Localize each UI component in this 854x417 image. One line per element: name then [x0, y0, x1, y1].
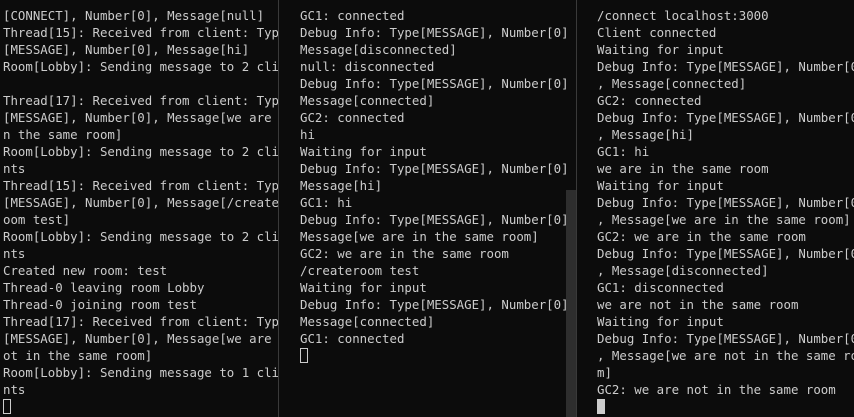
output-line: Debug Info: Type[MESSAGE], Number[0]: [597, 331, 854, 346]
client-1-output: GC1: connected Debug Info: Type[MESSAGE]…: [300, 7, 576, 363]
output-line: GC1: hi: [597, 144, 650, 159]
output-line: Thread[15]: Received from client: Type: [3, 178, 278, 193]
output-line: Thread[17]: Received from client: Type: [3, 314, 278, 329]
output-line: Room[Lobby]: Sending message to 2 clie: [3, 144, 278, 159]
output-line: GC2: connected: [597, 93, 702, 108]
output-line: m]: [597, 365, 612, 380]
output-line: , Message[we are in the same room]: [597, 212, 851, 227]
output-line: Debug Info: Type[MESSAGE], Number[0]: [597, 195, 854, 210]
output-line: we are not in the same room: [597, 297, 799, 312]
client-2-output: /connect localhost:3000 Client connected…: [597, 7, 854, 414]
output-line: Room[Lobby]: Sending message to 1 clie: [3, 365, 278, 380]
output-line: Waiting for input: [300, 280, 427, 295]
server-output: [CONNECT], Number[0], Message[null] Thre…: [3, 7, 278, 414]
output-line: GC2: we are in the same room: [300, 246, 509, 261]
server-terminal-pane[interactable]: [CONNECT], Number[0], Message[null] Thre…: [0, 0, 278, 417]
client-2-terminal-pane[interactable]: /connect localhost:3000 Client connected…: [577, 0, 854, 417]
output-line: Debug Info: Type[MESSAGE], Number[0],: [300, 76, 576, 91]
output-line: [MESSAGE], Number[0], Message[we are i: [3, 110, 278, 125]
output-line: Client connected: [597, 25, 717, 40]
output-line: Waiting for input: [597, 314, 724, 329]
output-line: GC2: we are not in the same room: [597, 382, 836, 397]
output-line: GC1: connected: [300, 331, 405, 346]
output-line: Thread[15]: Received from client: Type: [3, 25, 278, 40]
output-line: , Message[disconnected]: [597, 263, 769, 278]
scrollbar[interactable]: [566, 0, 576, 417]
output-line: Waiting for input: [597, 178, 724, 193]
output-line: nts: [3, 246, 26, 261]
output-line: ot in the same room]: [3, 348, 153, 363]
text-cursor: [597, 399, 605, 414]
output-line: Debug Info: Type[MESSAGE], Number[0]: [597, 246, 854, 261]
output-line: Created new room: test: [3, 263, 168, 278]
output-line: Debug Info: Type[MESSAGE], Number[0]: [597, 110, 854, 125]
output-line: Room[Lobby]: Sending message to 2 clie: [3, 229, 278, 244]
output-line: null: disconnected: [300, 59, 435, 74]
output-line: , Message[connected]: [597, 76, 747, 91]
output-line: Room[Lobby]: Sending message to 2 client…: [3, 59, 278, 74]
scrollbar-thumb[interactable]: [566, 190, 576, 417]
output-line: Debug Info: Type[MESSAGE], Number[0],: [300, 161, 576, 176]
output-line: [CONNECT], Number[0], Message[null]: [3, 8, 265, 23]
output-line: Message[connected]: [300, 93, 435, 108]
output-line: Waiting for input: [300, 144, 427, 159]
output-line: nts: [3, 161, 26, 176]
output-line: n the same room]: [3, 127, 123, 142]
output-line: Debug Info: Type[MESSAGE], Number[0],: [300, 212, 576, 227]
output-line: oom test]: [3, 212, 71, 227]
output-line: GC1: disconnected: [597, 280, 724, 295]
output-line: Message[we are in the same room]: [300, 229, 539, 244]
output-line: Thread-0 leaving room Lobby: [3, 280, 205, 295]
output-line: Debug Info: Type[MESSAGE], Number[0],: [300, 25, 576, 40]
output-line: , Message[we are not in the same roo: [597, 348, 854, 363]
output-line: /connect localhost:3000: [597, 8, 769, 23]
output-line: Message[connected]: [300, 314, 435, 329]
output-line: hi: [300, 127, 315, 142]
output-line: GC1: hi: [300, 195, 353, 210]
output-line: Debug Info: Type[MESSAGE], Number[0],: [300, 297, 576, 312]
client-1-terminal-pane[interactable]: GC1: connected Debug Info: Type[MESSAGE]…: [279, 0, 576, 417]
output-line: Message[hi]: [300, 178, 383, 193]
output-line: Thread[17]: Received from client: Type: [3, 93, 278, 108]
output-line: GC2: we are in the same room: [597, 229, 806, 244]
output-line: we are in the same room: [597, 161, 769, 176]
output-line: [MESSAGE], Number[0], Message[hi]: [3, 42, 250, 57]
text-cursor: [300, 348, 308, 363]
output-line: Thread-0 joining room test: [3, 297, 197, 312]
output-line: , Message[hi]: [597, 127, 694, 142]
output-line: nts: [3, 382, 26, 397]
output-line: GC1: connected: [300, 8, 405, 23]
output-line: [MESSAGE], Number[0], Message[/creater: [3, 195, 278, 210]
terminal-split-view: [CONNECT], Number[0], Message[null] Thre…: [0, 0, 854, 417]
output-line: [MESSAGE], Number[0], Message[we are n: [3, 331, 278, 346]
output-line: Waiting for input: [597, 42, 724, 57]
output-line: GC2: connected: [300, 110, 405, 125]
output-line: Message[disconnected]: [300, 42, 457, 57]
text-cursor: [3, 399, 11, 414]
output-line: /createroom test: [300, 263, 420, 278]
output-line: Debug Info: Type[MESSAGE], Number[0]: [597, 59, 854, 74]
